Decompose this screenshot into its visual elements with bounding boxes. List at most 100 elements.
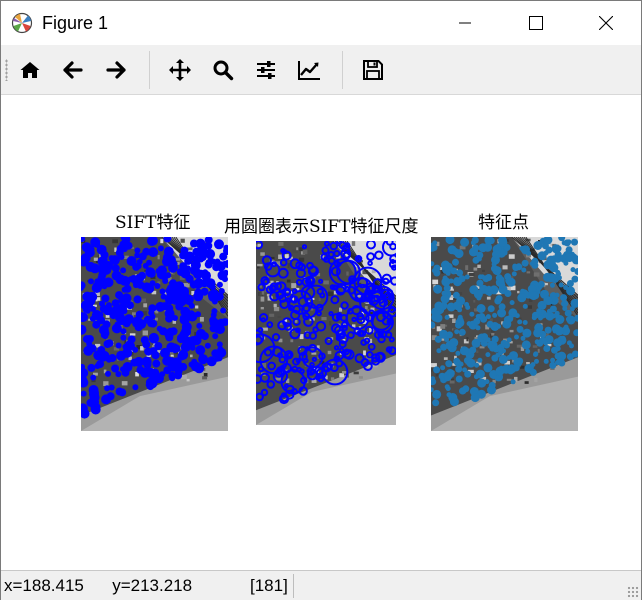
keypoint-marker <box>474 362 480 368</box>
arrow-left-icon <box>63 61 83 79</box>
keypoint-marker <box>452 258 459 266</box>
configure-subplots-button[interactable] <box>251 55 281 85</box>
forward-button[interactable] <box>101 55 131 85</box>
keypoint-marker <box>571 238 578 246</box>
keypoint-marker <box>147 269 156 278</box>
keypoint-marker <box>138 252 147 261</box>
close-icon <box>599 16 613 30</box>
keypoint-marker <box>477 357 483 363</box>
keypoint-marker <box>200 287 209 296</box>
keypoint-marker <box>108 384 115 391</box>
keypoint-marker <box>455 375 463 383</box>
keypoint-marker <box>506 337 512 343</box>
keypoint-marker <box>83 246 90 253</box>
keypoint-marker <box>526 250 531 256</box>
keypoint-marker <box>208 291 219 302</box>
title-bar: Figure 1 <box>1 1 641 45</box>
keypoint-marker <box>522 328 532 338</box>
keypoint-marker <box>152 359 161 368</box>
keypoint-marker <box>517 319 523 325</box>
keypoint-marker <box>500 339 508 347</box>
keypoint-marker <box>434 301 444 311</box>
keypoint-marker <box>140 336 149 345</box>
keypoint-marker <box>116 303 127 314</box>
resize-grip-icon[interactable] <box>627 586 639 598</box>
keypoint-marker <box>485 314 491 320</box>
keypoint-marker <box>564 309 572 317</box>
keypoint-marker <box>140 321 147 328</box>
keypoint-marker <box>560 335 566 341</box>
keypoint-marker <box>470 240 476 246</box>
edit-axis-button[interactable] <box>294 55 324 85</box>
keypoint-marker <box>445 360 453 368</box>
minimize-button[interactable] <box>442 1 488 45</box>
keypoint-marker <box>108 354 117 362</box>
keypoint-marker <box>543 312 549 318</box>
keypoint-marker <box>440 343 448 351</box>
keypoint-marker <box>522 303 528 309</box>
keypoint-marker <box>553 338 563 348</box>
keypoint-marker <box>507 367 515 375</box>
keypoint-marker <box>485 352 491 358</box>
maximize-button[interactable] <box>513 1 559 45</box>
line-chart-icon <box>298 61 320 80</box>
keypoint-marker <box>449 338 459 348</box>
keypoint-marker <box>209 324 218 333</box>
keypoint-marker <box>179 262 188 271</box>
keypoint-marker <box>477 274 483 280</box>
subplot-image-sift-scale-circles <box>256 241 396 425</box>
keypoint-marker <box>216 341 223 348</box>
keypoint-marker <box>477 378 487 388</box>
keypoint-marker <box>537 309 542 315</box>
keypoint-marker <box>445 386 451 392</box>
keypoint-marker <box>475 325 481 331</box>
keypoint-marker <box>533 352 538 357</box>
keypoint-marker <box>188 302 195 309</box>
keypoint-marker <box>196 322 203 329</box>
maximize-icon <box>529 16 543 30</box>
keypoint-marker <box>563 239 571 247</box>
keypoint-marker <box>566 286 576 296</box>
keypoint-marker <box>147 319 156 328</box>
keypoint-marker <box>546 273 556 283</box>
figure-canvas[interactable]: SIFT特征 用圆圈表示SIFT特征尺度 特征点 <box>1 95 641 569</box>
keypoint-marker <box>214 239 224 250</box>
keypoint-marker <box>496 323 501 329</box>
keypoint-marker <box>498 238 508 247</box>
keypoint-marker <box>165 314 174 323</box>
keypoint-marker <box>189 265 200 276</box>
keypoint-marker <box>160 349 169 358</box>
keypoint-marker <box>89 392 100 403</box>
keypoint-marker <box>118 388 127 397</box>
keypoint-marker <box>473 317 481 325</box>
keypoint-marker <box>122 347 133 358</box>
keypoint-marker <box>514 313 520 319</box>
save-button[interactable] <box>358 55 388 85</box>
pan-button[interactable] <box>165 55 195 85</box>
keypoint-marker <box>149 333 159 344</box>
keypoint-marker <box>550 282 555 288</box>
toolbar-grip[interactable] <box>5 59 8 81</box>
keypoint-marker <box>537 251 547 261</box>
keypoint-marker <box>529 368 537 376</box>
close-button[interactable] <box>583 1 629 45</box>
home-button[interactable] <box>15 55 45 85</box>
keypoint-marker <box>491 265 498 273</box>
zoom-button[interactable] <box>208 55 238 85</box>
keypoint-marker <box>159 288 166 295</box>
keypoint-marker <box>543 345 551 352</box>
keypoint-marker <box>180 306 191 317</box>
keypoint-marker <box>217 318 226 327</box>
keypoint-marker <box>193 280 202 289</box>
keypoint-marker <box>164 328 174 339</box>
keypoint-marker <box>115 342 122 349</box>
keypoint-marker <box>558 282 564 288</box>
keypoint-marker <box>556 358 564 366</box>
keypoint-marker <box>499 312 505 317</box>
back-button[interactable] <box>58 55 88 85</box>
keypoint-marker <box>98 325 109 335</box>
keypoint-marker <box>157 245 164 252</box>
keypoint-marker <box>96 360 105 369</box>
figure-window: Figure 1 SIFT特征 用圆圈表示SIFT特征尺度 特征点 x=188.… <box>0 0 642 600</box>
keypoint-marker <box>183 252 190 259</box>
